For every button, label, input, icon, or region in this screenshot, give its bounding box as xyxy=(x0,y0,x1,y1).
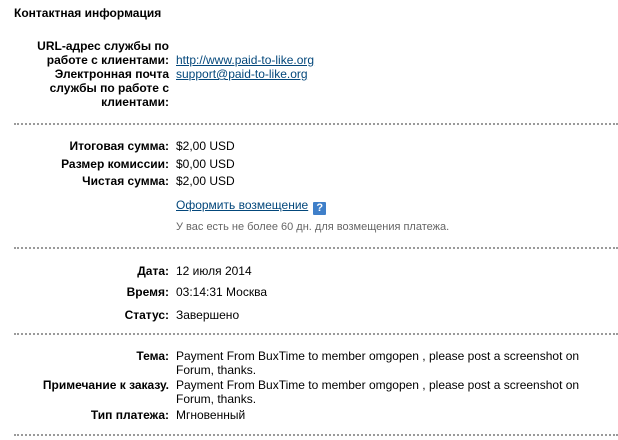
time-label: Время: xyxy=(126,285,169,299)
total-amount-label: Итоговая сумма: xyxy=(69,139,169,153)
support-url-link[interactable]: http://www.paid-to-like.org xyxy=(176,53,314,67)
fee-value: $0,00 USD xyxy=(176,157,235,171)
total-amount-value: $2,00 USD xyxy=(176,139,235,153)
support-email-link[interactable]: support@paid-to-like.org xyxy=(176,67,308,81)
order-note-value: Payment From BuxTime to member omgopen ,… xyxy=(176,378,580,406)
separator xyxy=(14,434,618,436)
separator xyxy=(14,123,618,125)
date-value: 12 июля 2014 xyxy=(176,264,252,278)
net-amount-value: $2,00 USD xyxy=(176,174,235,188)
payment-type-value: Мгновенный xyxy=(176,408,246,422)
order-note-label: Примечание к заказу. xyxy=(42,378,169,392)
refund-link[interactable]: Оформить возмещение xyxy=(176,198,308,212)
status-value: Завершено xyxy=(176,308,240,322)
support-email-label: Электронная почта службы по работе с кли… xyxy=(49,67,169,109)
refund-row: Оформить возмещение? xyxy=(176,198,327,215)
subject-label: Тема: xyxy=(136,349,169,363)
subject-value: Payment From BuxTime to member omgopen ,… xyxy=(176,349,580,377)
time-value: 03:14:31 Москва xyxy=(176,285,268,299)
separator xyxy=(14,333,618,335)
refund-note: У вас есть не более 60 дн. для возмещени… xyxy=(176,221,450,233)
help-icon[interactable]: ? xyxy=(313,202,327,215)
net-amount-label: Чистая сумма: xyxy=(82,174,169,188)
fee-label: Размер комиссии: xyxy=(61,157,169,171)
section-title: Контактная информация xyxy=(14,6,162,20)
support-url-label: URL-адрес службы по работе с клиентами: xyxy=(37,39,169,67)
status-label: Статус: xyxy=(124,308,169,322)
payment-type-label: Тип платежа: xyxy=(90,408,169,422)
separator xyxy=(14,247,618,249)
date-label: Дата: xyxy=(137,264,169,278)
